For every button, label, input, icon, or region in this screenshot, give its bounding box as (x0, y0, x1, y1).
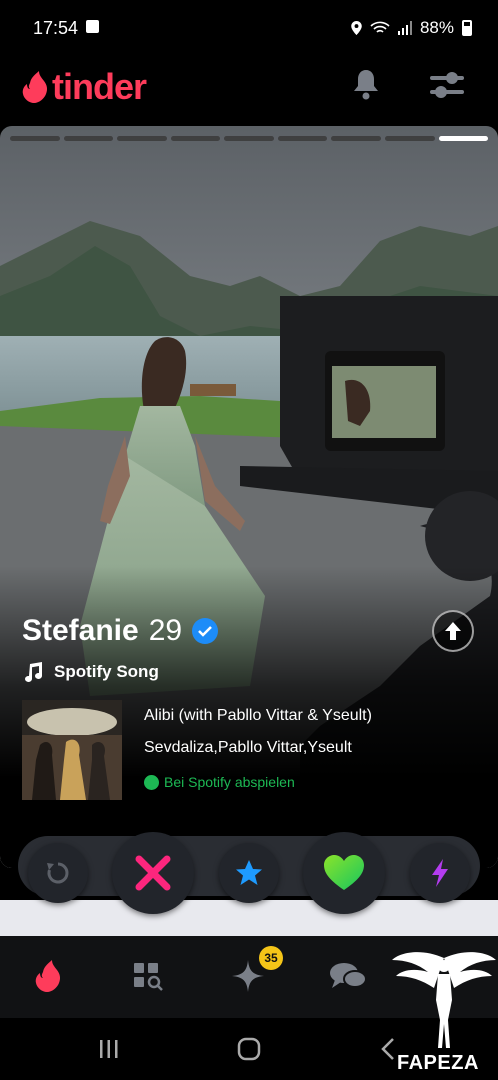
photo-progress-segment[interactable] (170, 136, 221, 141)
likes-count-badge: 35 (259, 946, 283, 970)
notification-icon (86, 20, 99, 33)
nope-button[interactable] (112, 832, 194, 914)
heart-icon (324, 855, 364, 890)
wifi-icon (370, 21, 390, 33)
photo-progress-segment[interactable] (224, 136, 274, 141)
flame-icon (22, 71, 48, 103)
logo-text: tinder (52, 66, 147, 107)
music-note-icon (25, 662, 42, 682)
lightning-icon (432, 859, 448, 887)
photo-progress-segment[interactable] (63, 136, 114, 141)
battery-icon (462, 20, 472, 36)
battery-percent: 88% (419, 18, 454, 37)
anthem-header: Spotify Song (22, 661, 159, 683)
photo-progress-indicator (10, 136, 489, 141)
signal-icon (397, 21, 412, 35)
photo-progress-segment[interactable] (384, 136, 435, 141)
anthem-label: Spotify Song (54, 662, 159, 681)
nav-explore-tab[interactable] (128, 956, 168, 996)
photo-progress-segment[interactable] (277, 136, 328, 141)
profile-age: 29 (148, 614, 183, 647)
profile-name-row: Stefanie 29 (22, 614, 219, 648)
photo-progress-segment[interactable] (10, 136, 60, 141)
chat-bubbles-icon (330, 963, 367, 988)
filter-settings-icon[interactable] (430, 70, 464, 100)
explore-icon (134, 963, 163, 991)
rewind-icon (47, 862, 69, 884)
status-bar: 17:54 88% (0, 0, 498, 56)
profile-name: Stefanie (22, 614, 139, 647)
arrow-up-icon (445, 622, 461, 640)
star-icon (236, 860, 262, 885)
x-icon (135, 855, 171, 891)
spotify-icon (144, 774, 159, 790)
photo-progress-segment[interactable] (438, 136, 489, 141)
rewind-button[interactable] (28, 843, 88, 903)
boost-button[interactable] (410, 843, 470, 903)
nav-home-tab[interactable] (28, 956, 68, 996)
play-on-spotify-label: Bei Spotify abspielen (164, 774, 295, 790)
nav-messages-tab[interactable] (328, 956, 368, 996)
clock: 17:54 (33, 18, 79, 38)
open-profile-button[interactable] (432, 610, 474, 652)
home-button-icon[interactable] (237, 1037, 261, 1061)
album-cover[interactable] (22, 700, 122, 800)
flame-icon (35, 960, 61, 992)
app-header: tinder (0, 56, 498, 120)
watermark-text: FAPEZA (397, 1052, 479, 1074)
profile-card[interactable]: Stefanie 29 Spotify Song Alibi (with Pab… (0, 126, 498, 868)
song-artists: Sevdaliza,Pabllo Vittar,Yseult (144, 739, 352, 756)
super-like-button[interactable] (219, 843, 279, 903)
like-button[interactable] (303, 832, 385, 914)
verified-badge-icon[interactable] (192, 618, 219, 644)
photo-progress-segment[interactable] (117, 136, 167, 141)
recent-apps-icon[interactable] (98, 1038, 120, 1060)
song-title: Alibi (with Pabllo Vittar & Yseult) (144, 707, 372, 724)
notifications-bell-icon[interactable] (352, 68, 380, 100)
photo-progress-segment[interactable] (331, 136, 381, 141)
location-icon (351, 21, 362, 35)
play-on-spotify-link[interactable]: Bei Spotify abspielen (144, 774, 295, 790)
tinder-logo[interactable]: tinder (22, 66, 147, 108)
